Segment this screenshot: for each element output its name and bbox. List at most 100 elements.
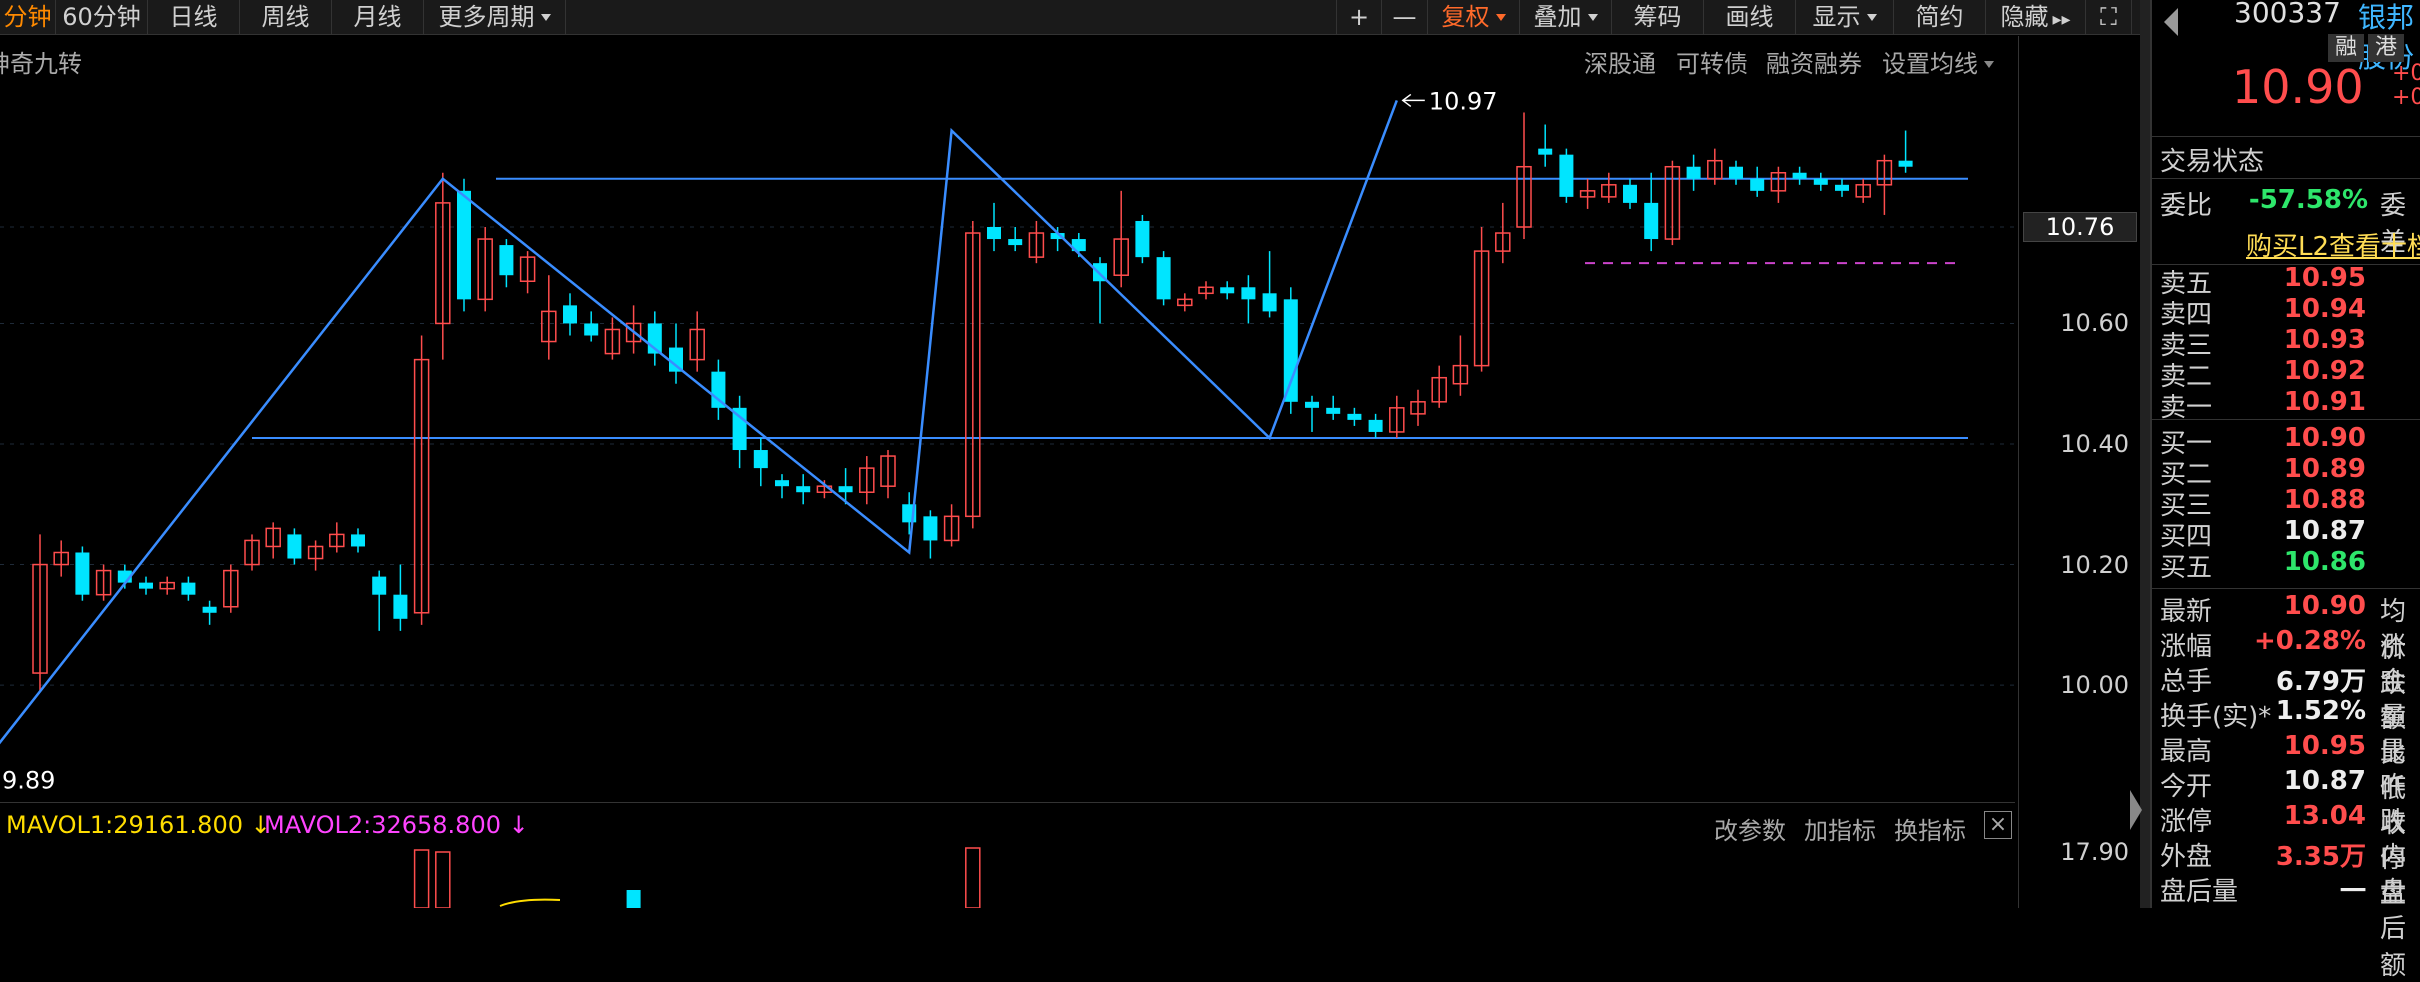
ask-level-value: 10.91 <box>2283 387 2366 417</box>
candle-body <box>457 190 471 300</box>
price-tick: 10.60 <box>2060 309 2129 338</box>
candle-body <box>753 450 768 469</box>
price-axis: 10.76 10.60 10.40 10.20 10.00 17.90 <box>2018 36 2139 908</box>
price-tick: 10.00 <box>2060 671 2129 700</box>
volume-bar <box>965 847 981 908</box>
volume-axis-tick: 17.90 <box>2060 838 2129 866</box>
stat-value: 10.87 <box>2283 766 2366 796</box>
stat-value: 3.35万 <box>2275 842 2366 872</box>
bid-level-value: 10.86 <box>2283 547 2366 577</box>
add-indicator-link[interactable]: 加指标 <box>1804 811 1876 846</box>
trade-state-label: 交易状态 <box>2160 147 2265 177</box>
expand-arrow-icon[interactable] <box>2130 790 2142 830</box>
candle-body <box>1135 220 1150 258</box>
candle-body <box>584 323 599 336</box>
weibi-label: 委比 <box>2160 191 2213 221</box>
candle-body <box>351 534 365 547</box>
last-price: 10.90 <box>2232 60 2364 114</box>
stat-value: 一 <box>2339 877 2366 907</box>
price-tick: 10.20 <box>2060 550 2129 579</box>
stat-value: 6.79万 <box>2275 667 2366 697</box>
stock-code: 300337 <box>2234 0 2341 29</box>
candle-body <box>393 594 408 619</box>
change-amount: +0.03 <box>2392 61 2420 86</box>
ask-level-value: 10.92 <box>2283 356 2366 386</box>
panel-splitter[interactable] <box>2140 0 2150 908</box>
candlestick-chart[interactable]: 10.97 9.89 <box>0 0 2015 908</box>
stat-label: 涨停 <box>2160 807 2213 837</box>
arrow-down-icon: ↓ <box>508 811 529 839</box>
bid-level-label: 买五 <box>2160 553 2213 583</box>
mavol1-line <box>499 898 561 907</box>
stat-label: 今开 <box>2160 772 2213 802</box>
candle-body <box>1559 154 1574 197</box>
bid-level-value: 10.90 <box>2283 423 2366 453</box>
stat-label: 盘后量 <box>2160 877 2239 907</box>
stat-value: +0.28% <box>2254 626 2366 656</box>
hk-connect-badge: 港 <box>2368 34 2404 62</box>
ask-level-value: 10.94 <box>2283 294 2366 324</box>
stat-label: 总手 <box>2160 667 2213 697</box>
candle-body <box>923 516 938 541</box>
candle-body <box>1538 148 1553 155</box>
candle-body <box>1623 184 1637 203</box>
change-block: +0.03 +0.28% <box>2392 62 2420 110</box>
candle-body <box>1792 172 1807 179</box>
candle-body <box>1835 184 1849 191</box>
ask-level-value: 10.95 <box>2283 263 2366 293</box>
mavol2-label: MAVOL2:32658.800 ↓ <box>264 811 529 839</box>
close-icon: × <box>1988 812 2008 837</box>
fullscreen-icon: ⛶ <box>2100 3 2117 31</box>
high-annotation: 10.97 <box>1429 87 1498 115</box>
switch-indicator-link[interactable]: 换指标 <box>1894 811 1966 846</box>
trade-state-row: 交易状态 <box>2152 136 2420 177</box>
low-annotation: 9.89 <box>2 766 55 794</box>
buy-l2-link[interactable]: 购买L2查看十档 <box>2246 226 2420 263</box>
zigzag-trend-line <box>0 99 1398 745</box>
candle-body <box>1008 239 1023 246</box>
stat-value: 13.04 <box>2283 801 2366 831</box>
mavol1-label: MAVOL1:29161.800 ↓ <box>6 811 271 839</box>
stat-value: 1.52% <box>2275 696 2366 726</box>
candle-body <box>287 534 302 559</box>
stat-label: 最高 <box>2160 737 2213 767</box>
fullscreen-button[interactable]: ⛶ <box>2086 0 2132 34</box>
back-arrow-icon[interactable] <box>2164 8 2178 36</box>
candle-body <box>1750 178 1765 191</box>
edit-params-link[interactable]: 改参数 <box>1714 811 1786 846</box>
candle-body <box>1220 287 1235 294</box>
volume-bar <box>413 849 430 908</box>
bid-level-value: 10.88 <box>2283 485 2366 515</box>
candle-body <box>1644 202 1659 240</box>
candles-group <box>32 112 1913 692</box>
candle-body <box>1326 407 1341 414</box>
candle-body <box>563 305 577 324</box>
chart-levels <box>252 177 1968 439</box>
book-divider <box>2152 419 2420 420</box>
stat-right-label: 盘后额 <box>2380 877 2407 981</box>
current-price-tag: 10.76 <box>2023 212 2137 242</box>
candle-body <box>1898 160 1913 167</box>
stat-label: 最新 <box>2160 597 2213 627</box>
candle-body <box>1262 293 1277 312</box>
candle-body <box>1283 299 1298 402</box>
candle-body <box>1347 413 1362 420</box>
weibi-row: 委比 -57.58% 委差 <box>2152 178 2420 258</box>
stat-label: 涨幅 <box>2160 632 2213 662</box>
chart-grid <box>0 226 2015 686</box>
candle-body <box>499 245 514 276</box>
bid-level-value: 10.87 <box>2283 516 2366 546</box>
stat-value: 10.90 <box>2283 591 2366 621</box>
quote-panel: 300337 银邦股份 融 港 10.90 +0.03 +0.28% 交易状态 … <box>2150 0 2420 981</box>
candle-body <box>75 552 90 595</box>
candle-body <box>1241 287 1256 300</box>
volume-bar <box>435 851 451 908</box>
volume-bars <box>413 847 981 908</box>
close-indicator-button[interactable]: × <box>1984 811 2012 839</box>
ask-level-value: 10.93 <box>2283 325 2366 355</box>
quote-stats: 最新 10.90 均价 涨幅 +0.28% 涨跌 总手 6.79万 金额 换手(实)* 1.52% 量… <box>2152 588 2420 981</box>
candle-body <box>181 582 196 595</box>
double-arrow-right-icon: ▸▸ <box>2052 9 2071 30</box>
stat-value: 10.95 <box>2283 731 2366 761</box>
change-percent: +0.28% <box>2392 85 2420 110</box>
